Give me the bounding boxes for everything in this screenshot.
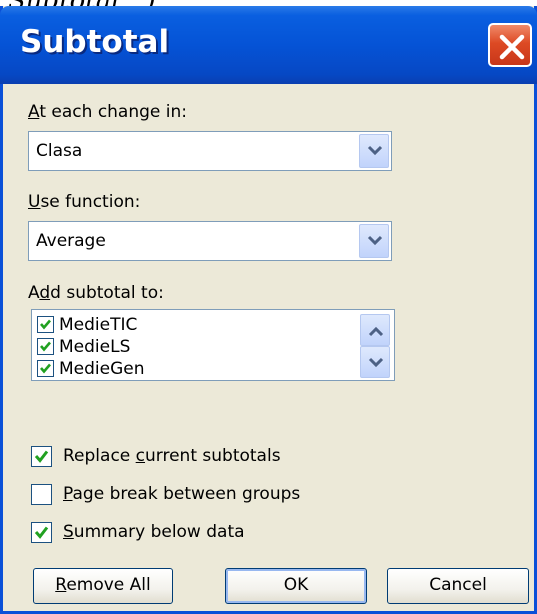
checkbox[interactable] (37, 338, 54, 355)
scroll-up-button[interactable] (360, 314, 390, 346)
cancel-button[interactable]: Cancel (387, 568, 529, 604)
at-each-change-label: At each change in: (28, 102, 188, 122)
checkmark-icon (40, 363, 51, 374)
close-button[interactable] (488, 23, 532, 67)
checkbox[interactable] (37, 316, 54, 333)
use-function-value: Average (36, 231, 106, 251)
chevron-down-icon (367, 235, 383, 246)
list-item-label: MedieTIC (59, 315, 138, 335)
at-each-change-dropdown-button[interactable] (359, 134, 389, 168)
add-subtotal-list[interactable]: MedieTIC MedieLS MedieGen (31, 309, 395, 381)
dialog-title: Subtotal (20, 24, 170, 60)
checkbox[interactable] (31, 522, 52, 543)
list-item-label: MedieGen (59, 359, 145, 379)
checkbox[interactable] (37, 360, 54, 377)
close-icon (499, 34, 525, 60)
checkbox[interactable] (31, 484, 52, 505)
at-each-change-select[interactable]: Clasa (28, 131, 392, 171)
list-item-label: MedieLS (59, 337, 131, 357)
add-subtotal-label: Add subtotal to: (28, 283, 164, 303)
scroll-down-button[interactable] (360, 346, 390, 378)
use-function-dropdown-button[interactable] (359, 224, 389, 258)
title-bar[interactable]: Subtotal (0, 6, 537, 84)
chevron-down-icon (367, 145, 383, 156)
checkmark-icon (40, 341, 51, 352)
checkmark-icon (40, 319, 51, 330)
replace-current-subtotals-label: Replace current subtotals (63, 446, 281, 466)
subtotal-dialog: Subtotal At each change in: Clasa Use fu… (0, 6, 537, 614)
checkbox[interactable] (31, 446, 52, 467)
use-function-label: Use function: (28, 192, 141, 212)
ok-button[interactable]: OK (225, 568, 367, 604)
use-function-select[interactable]: Average (28, 221, 392, 261)
checkmark-icon (34, 526, 49, 539)
remove-all-button[interactable]: Remove All (33, 568, 173, 604)
chevron-down-icon (368, 357, 384, 368)
chevron-up-icon (368, 326, 384, 337)
summary-below-data-label: Summary below data (63, 522, 245, 542)
at-each-change-value: Clasa (36, 141, 83, 161)
checkmark-icon (34, 450, 49, 463)
page-break-between-groups-label: Page break between groups (63, 484, 301, 504)
